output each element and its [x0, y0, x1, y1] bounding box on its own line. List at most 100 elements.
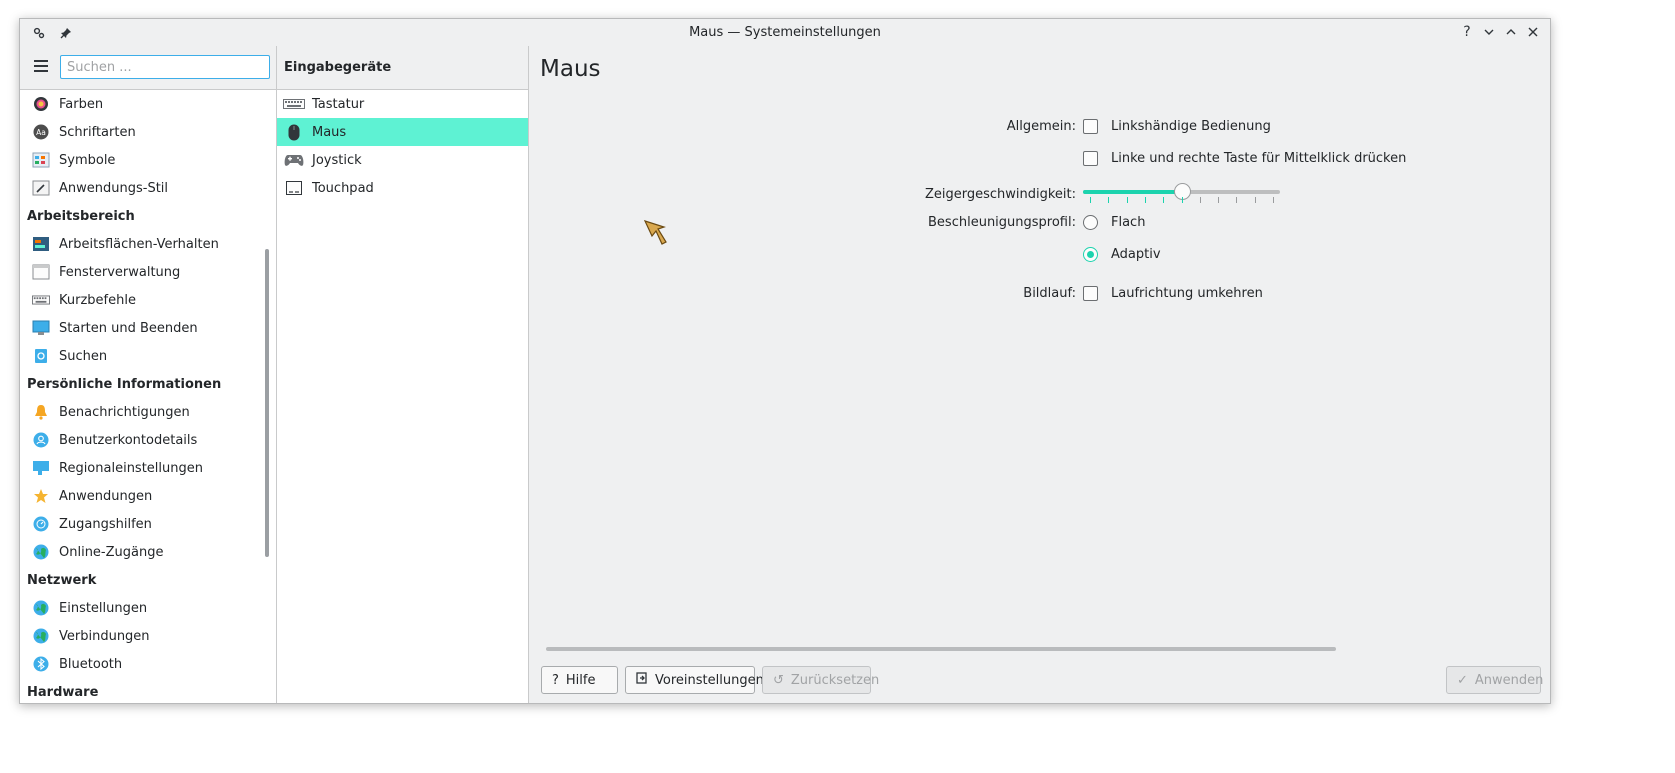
subcategory-panel: Eingabegeräte Tastatur Maus Joystick Touchp… — [277, 46, 529, 703]
defaults-button-label: Voreinstellungen — [655, 672, 764, 688]
sidebar-item-label: Benachrichtigungen — [59, 404, 190, 420]
accel-flat-label[interactable]: Flach — [1111, 215, 1145, 230]
sidebar-item[interactable]: Einstellungen — [20, 594, 266, 622]
sidebar-header — [20, 46, 276, 90]
colors-icon — [32, 95, 50, 113]
maximize-icon[interactable] — [1502, 23, 1520, 41]
sidebar-item[interactable]: Anwendungen — [20, 482, 266, 510]
sidebar-item[interactable]: Zugangshilfen — [20, 510, 266, 538]
star-icon — [32, 487, 50, 505]
sidebar-category: Hardware — [27, 684, 99, 700]
help-icon: ? — [552, 672, 559, 688]
pointer-speed-fill — [1083, 190, 1182, 194]
slider-tick — [1126, 197, 1128, 203]
sidebar-item-label: Anwendungs-Stil — [59, 180, 169, 196]
sidebar-item[interactable]: Benutzerkontodetails — [20, 426, 266, 454]
left-handed-label[interactable]: Linkshändige Bedienung — [1111, 119, 1271, 134]
sidebar-category: Netzwerk — [27, 572, 97, 588]
mouse-cursor-icon — [644, 220, 667, 245]
sidebar-item-label: Anwendungen — [59, 488, 153, 504]
subcategory-item[interactable]: Maus — [277, 118, 528, 146]
sidebar-item[interactable]: Starten und Beenden — [20, 314, 266, 342]
subcategory-item[interactable]: Tastatur — [277, 90, 528, 118]
left-handed-checkbox[interactable] — [1083, 119, 1098, 134]
accel-profile-label: Beschleunigungsprofil: — [928, 215, 1076, 230]
accel-flat-radio[interactable] — [1083, 215, 1098, 230]
icons-icon — [32, 151, 50, 169]
slider-tick — [1218, 197, 1220, 203]
horizontal-scrollbar[interactable] — [546, 647, 1336, 651]
defaults-icon — [636, 672, 648, 688]
slider-tick — [1090, 197, 1091, 203]
sidebar-item[interactable]: Aa Schriftarten — [20, 118, 266, 146]
pointer-speed-label: Zeigergeschwindigkeit: — [924, 187, 1076, 202]
sidebar-item-label: Verbindungen — [59, 628, 150, 644]
sidebar-item[interactable]: Bluetooth — [20, 650, 266, 678]
slider-tick — [1144, 197, 1146, 203]
bell-icon — [32, 403, 50, 421]
sidebar-item[interactable]: Fensterverwaltung — [20, 258, 266, 286]
title-bar[interactable]: Maus — Systemeinstellungen ? — [20, 19, 1550, 46]
subcategory-item-label: Joystick — [312, 152, 362, 168]
pointer-speed-slider[interactable] — [1083, 183, 1280, 200]
accel-adaptive-label[interactable]: Adaptiv — [1111, 247, 1161, 262]
sidebar-item[interactable]: Arbeitsflächen-Verhalten — [20, 230, 266, 258]
undo-icon: ↺ — [773, 672, 784, 688]
user-icon — [32, 431, 50, 449]
sidebar-item[interactable]: Anwendungs-Stil — [20, 174, 266, 202]
slider-tick — [1236, 197, 1238, 203]
globe-icon — [32, 543, 50, 561]
defaults-button[interactable]: Voreinstellungen — [625, 666, 764, 694]
slider-tick — [1199, 197, 1201, 203]
sidebar-item[interactable]: Benachrichtigungen — [20, 398, 266, 426]
gamepad-icon — [283, 151, 305, 169]
sidebar-item-label: Regionaleinstellungen — [59, 460, 203, 476]
slider-tick — [1273, 197, 1274, 203]
pointer-speed-ticks — [1083, 197, 1280, 203]
sidebar-item[interactable]: Suchen — [20, 342, 266, 370]
sidebar-item[interactable]: Verbindungen — [20, 622, 266, 650]
slider-tick — [1108, 197, 1110, 203]
reset-button-label: Zurücksetzen — [790, 672, 880, 688]
close-icon[interactable] — [1524, 23, 1542, 41]
subcategory-item-label: Tastatur — [312, 96, 365, 112]
sidebar-item[interactable]: Regionaleinstellungen — [20, 454, 266, 482]
globe-icon — [32, 627, 50, 645]
window-management-icon — [32, 263, 50, 281]
sidebar-scrollbar[interactable] — [265, 249, 269, 557]
accessibility-icon — [32, 515, 50, 533]
sidebar-item[interactable]: Kurzbefehle — [20, 286, 266, 314]
sidebar-item-label: Benutzerkontodetails — [59, 432, 198, 448]
invert-scroll-label[interactable]: Laufrichtung umkehren — [1111, 286, 1263, 301]
sidebar-item-label: Zugangshilfen — [59, 516, 152, 532]
bluetooth-icon — [32, 655, 50, 673]
page-title: Maus — [540, 56, 601, 82]
sidebar-item-label: Suchen — [59, 348, 108, 364]
subcategory-item[interactable]: Touchpad — [277, 174, 528, 202]
sidebar-item-label: Einstellungen — [59, 600, 148, 616]
sidebar-item[interactable]: Symbole — [20, 146, 266, 174]
help-button[interactable]: ? Hilfe — [541, 666, 618, 694]
accel-adaptive-radio[interactable] — [1083, 247, 1098, 262]
subcategory-item-label: Touchpad — [312, 180, 374, 196]
hamburger-menu-icon[interactable] — [34, 60, 48, 72]
middle-click-checkbox[interactable] — [1083, 151, 1098, 166]
sidebar-item[interactable]: Online-Zugänge — [20, 538, 266, 566]
svg-text:Aa: Aa — [36, 128, 46, 137]
help-icon[interactable]: ? — [1458, 23, 1476, 41]
subcategory-item[interactable]: Joystick — [277, 146, 528, 174]
slider-tick — [1254, 197, 1256, 203]
sidebar-item[interactable]: Farben — [20, 90, 266, 118]
sidebar-list: Farben Aa Schriftarten Symbole Anwendungs-St… — [20, 90, 266, 703]
apply-button[interactable]: ✓ Anwenden — [1446, 666, 1543, 694]
middle-click-label[interactable]: Linke und rechte Taste für Mittelklick d… — [1111, 151, 1406, 166]
touchpad-icon — [283, 179, 305, 197]
category-sidebar: Farben Aa Schriftarten Symbole Anwendungs-St… — [20, 46, 277, 703]
search-input[interactable] — [60, 55, 270, 79]
minimize-icon[interactable] — [1480, 23, 1498, 41]
search-icon — [32, 347, 50, 365]
sidebar-item-label: Kurzbefehle — [59, 292, 136, 308]
invert-scroll-checkbox[interactable] — [1083, 286, 1098, 301]
scrolling-label: Bildlauf: — [1023, 286, 1076, 301]
reset-button[interactable]: ↺ Zurücksetzen — [762, 666, 879, 694]
